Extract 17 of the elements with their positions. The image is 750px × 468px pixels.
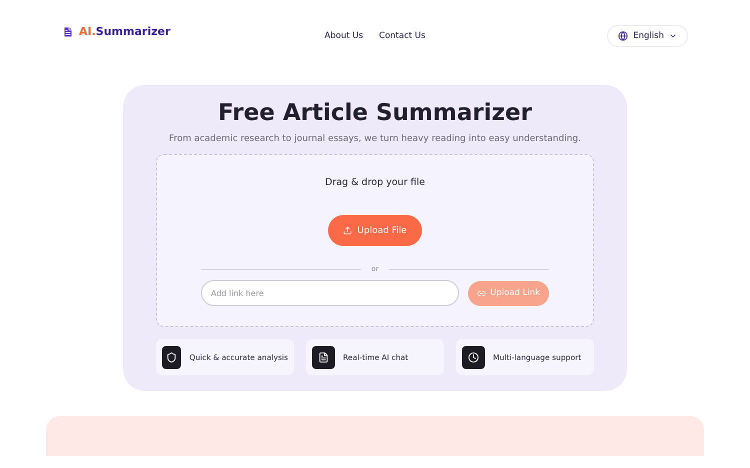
upload-icon (343, 226, 352, 235)
document-icon (312, 346, 335, 368)
chevron-down-icon (669, 32, 677, 40)
logo-name: Summarizer (96, 25, 170, 38)
drop-prompt: Drag & drop your file (325, 177, 425, 188)
logo-prefix: AI. (79, 25, 96, 38)
globe-icon (618, 31, 628, 41)
language-selector[interactable]: English (607, 25, 688, 47)
nav-link[interactable]: Contact Us (379, 31, 426, 41)
logo-icon (62, 26, 74, 38)
nav-link[interactable]: About Us (324, 31, 364, 41)
link-icon (477, 288, 486, 298)
clock-icon (462, 346, 485, 368)
shield-icon (162, 346, 182, 368)
subtitle: From academic research to journal essays, we turn heavy reading into easy understanding. (169, 134, 581, 144)
page-title: Free Article Summarizer (218, 100, 532, 126)
link-input-field[interactable]: Add link here (201, 280, 460, 306)
